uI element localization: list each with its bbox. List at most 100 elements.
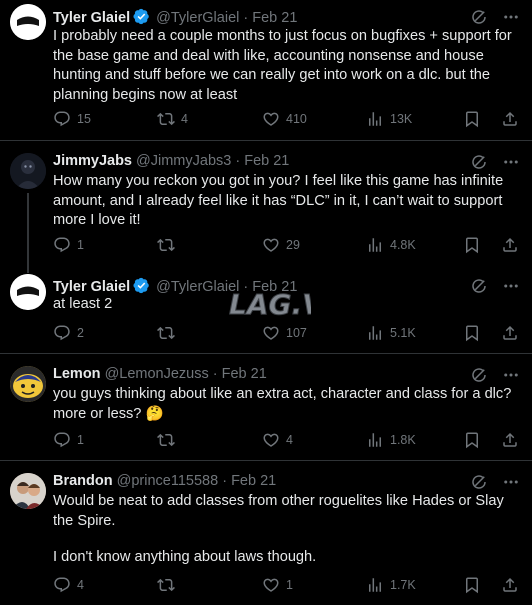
more-icon[interactable] <box>502 366 520 384</box>
watermark-text: LAG.VN <box>229 288 311 321</box>
retweet-button[interactable] <box>157 576 181 594</box>
tweet-1[interactable]: Tyler Glaiel @TylerGlaiel · Feb 21 I pro… <box>0 0 532 138</box>
like-icon <box>262 431 280 449</box>
reply-button[interactable]: 1 <box>53 431 84 449</box>
views-button[interactable]: 1.7K <box>366 576 416 594</box>
timestamp[interactable]: Feb 21 <box>222 366 267 382</box>
retweet-button[interactable] <box>157 431 181 449</box>
author-handle[interactable]: @JimmyJabs3 <box>136 153 231 169</box>
bookmark-icon[interactable] <box>463 236 481 254</box>
tweet-text-line: Would be neat to add classes from other … <box>53 493 504 529</box>
author-handle[interactable]: @TylerGlaiel <box>156 10 239 26</box>
grok-icon[interactable] <box>470 366 488 384</box>
views-icon <box>366 576 384 594</box>
timestamp[interactable]: Feb 21 <box>252 10 297 26</box>
views-icon <box>366 324 384 342</box>
more-icon[interactable] <box>502 277 520 295</box>
verified-icon <box>133 8 150 25</box>
tweet-4[interactable]: Lemon @LemonJezuss · Feb 21 you guys thi… <box>0 354 532 459</box>
retweet-button[interactable] <box>157 324 181 342</box>
tweet-5[interactable]: Brandon @prince115588 · Feb 21 Would be … <box>0 461 532 605</box>
like-button[interactable]: 29 <box>262 236 300 254</box>
grok-icon[interactable] <box>470 473 488 491</box>
author-name[interactable]: Brandon <box>53 473 113 489</box>
author-name[interactable]: Tyler Glaiel <box>53 279 130 295</box>
like-button[interactable]: 1 <box>262 576 293 594</box>
views-button[interactable]: 5.1K <box>366 324 416 342</box>
more-icon[interactable] <box>502 473 520 491</box>
tyler-avatar-icon <box>10 4 46 40</box>
lemon-avatar-icon <box>10 366 46 402</box>
reply-button[interactable]: 15 <box>53 110 91 128</box>
dot-separator: · <box>208 366 222 382</box>
avatar-tyler-glaiel[interactable] <box>10 4 46 40</box>
grok-icon[interactable] <box>470 8 488 26</box>
tweet-actions: 4 1 1.7K <box>53 576 519 596</box>
bookmark-icon[interactable] <box>463 576 481 594</box>
grok-icon[interactable] <box>470 153 488 171</box>
reply-icon <box>53 431 71 449</box>
more-icon[interactable] <box>502 8 520 26</box>
avatar-brandon[interactable] <box>10 473 46 509</box>
retweet-count: 4 <box>181 112 188 126</box>
retweet-button[interactable] <box>157 236 181 254</box>
dot-separator: · <box>218 473 232 489</box>
avatar-tyler-glaiel[interactable] <box>10 274 46 310</box>
author-name[interactable]: Tyler Glaiel <box>53 10 130 26</box>
like-count: 4 <box>286 433 293 447</box>
author-name[interactable]: JimmyJabs <box>53 153 132 169</box>
retweet-icon <box>157 324 175 342</box>
tweet-text: Would be neat to add classes from other … <box>53 492 523 568</box>
reply-icon <box>53 576 71 594</box>
reply-count: 2 <box>77 326 84 340</box>
retweet-button[interactable]: 4 <box>157 110 188 128</box>
views-icon <box>366 236 384 254</box>
more-icon[interactable] <box>502 153 520 171</box>
thread-line <box>27 193 29 273</box>
timestamp[interactable]: Feb 21 <box>244 153 289 169</box>
verified-icon <box>133 277 150 294</box>
share-icon[interactable] <box>501 110 519 128</box>
views-button[interactable]: 13K <box>366 110 412 128</box>
reply-icon <box>53 236 71 254</box>
bookmark-icon[interactable] <box>463 324 481 342</box>
like-icon <box>262 110 280 128</box>
grok-icon[interactable] <box>470 277 488 295</box>
reply-count: 1 <box>77 433 84 447</box>
share-icon[interactable] <box>501 324 519 342</box>
reply-icon <box>53 110 71 128</box>
retweet-icon <box>157 431 175 449</box>
jimmyjabs-avatar-icon <box>10 153 46 189</box>
tweet-actions: 15 4 410 13K <box>53 110 519 130</box>
avatar-lemon[interactable] <box>10 366 46 402</box>
timestamp[interactable]: Feb 21 <box>231 473 276 489</box>
avatar-jimmyjabs[interactable] <box>10 153 46 189</box>
tweet-2[interactable]: JimmyJabs @JimmyJabs3 · Feb 21 How many … <box>0 141 532 273</box>
share-icon[interactable] <box>501 236 519 254</box>
like-button[interactable]: 4 <box>262 431 293 449</box>
bookmark-icon[interactable] <box>463 110 481 128</box>
views-button[interactable]: 1.8K <box>366 431 416 449</box>
retweet-icon <box>157 236 175 254</box>
reply-button[interactable]: 1 <box>53 236 84 254</box>
reply-count: 4 <box>77 578 84 592</box>
reply-button[interactable]: 2 <box>53 324 84 342</box>
like-icon <box>262 576 280 594</box>
tyler-avatar-icon <box>10 274 46 310</box>
tweet-header: JimmyJabs @JimmyJabs3 · Feb 21 <box>53 153 289 169</box>
like-button[interactable]: 410 <box>262 110 307 128</box>
like-count: 410 <box>286 112 307 126</box>
views-count: 1.7K <box>390 578 416 592</box>
share-icon[interactable] <box>501 431 519 449</box>
tweet-text: How many you reckon you got in you? I fe… <box>53 173 504 228</box>
reply-button[interactable]: 4 <box>53 576 84 594</box>
author-handle[interactable]: @prince115588 <box>117 473 219 489</box>
author-handle[interactable]: @LemonJezuss <box>105 366 209 382</box>
views-button[interactable]: 4.8K <box>366 236 416 254</box>
tweet-text: I probably need a couple months to just … <box>53 28 512 103</box>
share-icon[interactable] <box>501 576 519 594</box>
author-name[interactable]: Lemon <box>53 366 101 382</box>
like-count: 29 <box>286 238 300 252</box>
tweet-actions: 1 4 1.8K <box>53 431 519 451</box>
bookmark-icon[interactable] <box>463 431 481 449</box>
